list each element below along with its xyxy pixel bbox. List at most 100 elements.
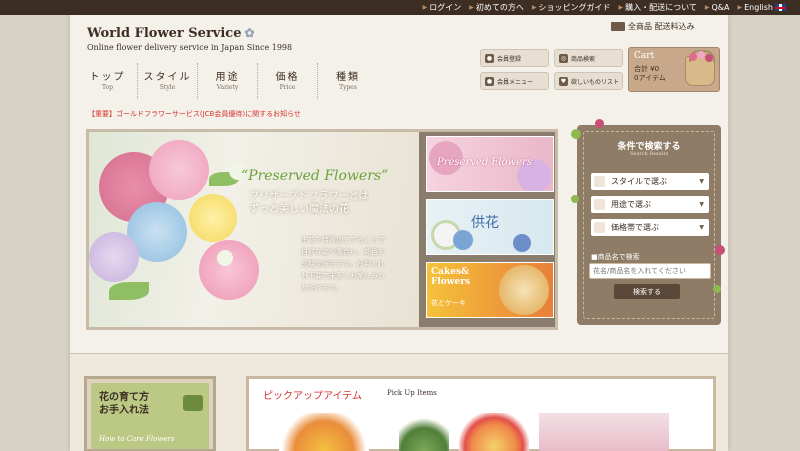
price-select[interactable]: 価格帯で選ぶ ▼ bbox=[591, 219, 709, 236]
heart-icon: ♥ bbox=[559, 76, 568, 86]
banner-label: 供花 bbox=[471, 215, 499, 231]
banner-label-line: Flowers bbox=[431, 277, 471, 287]
top-utility-bar: ▶ ログイン ▶ 初めての方へ ▶ ショッピングガイド ▶ 購入・配送について ▶ Q&A… bbox=[0, 0, 800, 15]
cart-total: 合計 ¥0 bbox=[634, 65, 660, 73]
chevron-down-icon: ▼ bbox=[699, 178, 704, 185]
truck-icon bbox=[611, 22, 625, 31]
preserved-flowers-main-banner[interactable]: “Preserved Flowers” プリザーブドフラワーとは ずっと美しい魔… bbox=[89, 132, 419, 327]
vine-decoration bbox=[571, 195, 579, 203]
bud-image bbox=[217, 250, 233, 266]
style-icon bbox=[594, 176, 605, 187]
cakes-flowers-banner[interactable]: Cakes& Flowers 花とケーキ bbox=[426, 262, 554, 318]
important-notice-link[interactable]: 【重要】ゴールドフラワーサービス(JCB会員優待)に関するお知らせ bbox=[88, 109, 301, 119]
pickup-title: ピックアップアイテム bbox=[263, 391, 362, 402]
banner-sublabel: 花とケーキ bbox=[431, 299, 466, 307]
arrow-icon: ▶ bbox=[618, 4, 624, 11]
hero-desc-line: も不要で末永くお楽しみい bbox=[301, 272, 385, 280]
hero-description: 生花を特殊加工することで 自然な姿や風合い、花色を 長期間保ちます。お手入れ も… bbox=[301, 234, 385, 294]
hero-desc-line: 生花を特殊加工することで bbox=[301, 236, 385, 244]
member-menu-button[interactable]: ● 会員メニュー bbox=[480, 72, 549, 90]
nav-style[interactable]: スタイル Style bbox=[138, 63, 198, 99]
banner-label: Preserved Flowers bbox=[437, 157, 532, 168]
nav-variety-jp: 用途 bbox=[215, 72, 240, 83]
member-menu-label: 会員メニュー bbox=[497, 78, 534, 86]
pickup-item-image[interactable] bbox=[279, 413, 369, 451]
nav-top[interactable]: トップ Top bbox=[78, 63, 138, 99]
hero-desc-line: ただけます。 bbox=[301, 284, 343, 292]
vine-decoration bbox=[715, 245, 725, 255]
nav-variety[interactable]: 用途 Variety bbox=[198, 63, 258, 99]
search-button[interactable]: 検索する bbox=[614, 284, 680, 299]
site-header: World Flower Service ✿ Online flower deli… bbox=[70, 15, 728, 100]
price-icon bbox=[594, 222, 605, 233]
purchase-delivery-link[interactable]: ▶ 購入・配送について bbox=[618, 2, 696, 13]
style-select[interactable]: スタイルで選ぶ ▼ bbox=[591, 173, 709, 190]
logo-title: World Flower Service bbox=[87, 26, 242, 41]
leaf-shape bbox=[109, 282, 149, 300]
flower-icon bbox=[705, 54, 713, 62]
product-search-label: 商品検索 bbox=[571, 55, 596, 63]
shopping-guide-link[interactable]: ▶ ショッピングガイド bbox=[532, 2, 611, 13]
variety-select[interactable]: 用途で選ぶ ▼ bbox=[591, 196, 709, 213]
first-time-label: 初めての方へ bbox=[475, 3, 524, 12]
product-name-input[interactable] bbox=[589, 263, 711, 279]
lilac-rose-image bbox=[89, 232, 139, 282]
star-icon: ✿ bbox=[244, 26, 255, 40]
carnation-image bbox=[199, 240, 259, 300]
hero-banner: “Preserved Flowers” プリザーブドフラワーとは ずっと美しい魔… bbox=[86, 129, 558, 330]
site-logo[interactable]: World Flower Service ✿ bbox=[87, 26, 255, 41]
pickup-item-image[interactable] bbox=[459, 413, 529, 451]
person-icon: ● bbox=[485, 53, 494, 63]
first-time-link[interactable]: ▶ 初めての方へ bbox=[469, 2, 524, 13]
hero-title: “Preserved Flowers” bbox=[241, 168, 389, 184]
nav-price-jp: 価格 bbox=[275, 72, 300, 83]
basket-icon bbox=[685, 50, 715, 86]
care-subtitle: How to Care Flowers bbox=[99, 435, 175, 443]
nav-top-en: Top bbox=[102, 84, 113, 91]
english-link[interactable]: ▶ English bbox=[737, 3, 786, 12]
flower-image bbox=[453, 230, 473, 250]
nav-variety-en: Variety bbox=[216, 84, 239, 91]
funeral-flowers-banner[interactable]: 供花 bbox=[426, 199, 554, 255]
preserved-flowers-banner[interactable]: Preserved Flowers bbox=[426, 136, 554, 192]
pickup-item-image[interactable] bbox=[539, 413, 669, 451]
care-title-line: お手入れ法 bbox=[99, 405, 149, 416]
cart-summary: 合計 ¥0 0アイテム bbox=[634, 65, 666, 83]
pickup-items-section: ピックアップアイテム Pick Up Items bbox=[246, 376, 716, 451]
nav-style-en: Style bbox=[159, 84, 176, 91]
pickup-item-image[interactable] bbox=[399, 413, 449, 451]
flower-care-banner[interactable]: 花の育て方 お手入れ法 How to Care Flowers bbox=[84, 376, 216, 451]
hero-desc-line: 自然な姿や風合い、花色を bbox=[301, 248, 385, 256]
price-select-value: 価格帯で選ぶ bbox=[611, 223, 659, 232]
chevron-down-icon: ▼ bbox=[699, 224, 704, 231]
hero-lead-line: プリザーブドフラワーとは bbox=[249, 191, 369, 202]
cart-items: 0アイテム bbox=[634, 74, 666, 82]
variety-select-value: 用途で選ぶ bbox=[611, 200, 651, 209]
arrow-icon: ▶ bbox=[531, 4, 537, 11]
qa-link[interactable]: ▶ Q&A bbox=[705, 3, 730, 12]
nav-types[interactable]: 種類 Types bbox=[318, 63, 378, 99]
nav-style-jp: スタイル bbox=[143, 72, 192, 83]
flower-icon bbox=[697, 51, 705, 59]
product-search-button[interactable]: ◎ 商品検索 bbox=[554, 49, 623, 67]
yellow-rose-image bbox=[189, 194, 237, 242]
care-title: 花の育て方 お手入れ法 bbox=[99, 391, 149, 417]
hero-lead: プリザーブドフラワーとは ずっと美しい魔法の花 bbox=[249, 190, 368, 216]
variety-icon bbox=[594, 199, 605, 210]
vine-decoration bbox=[571, 129, 581, 139]
care-title-line: 花の育て方 bbox=[99, 392, 149, 403]
login-link[interactable]: ▶ ログイン bbox=[423, 2, 462, 13]
vine-decoration bbox=[713, 285, 721, 293]
arrow-icon: ▶ bbox=[704, 4, 710, 11]
nav-price[interactable]: 価格 Price bbox=[258, 63, 318, 99]
nav-types-en: Types bbox=[339, 84, 357, 91]
banner-label-line: Cakes& bbox=[431, 267, 470, 277]
wishlist-button[interactable]: ♥ 欲しいものリスト bbox=[554, 72, 623, 90]
register-button[interactable]: ● 会員登録 bbox=[480, 49, 549, 67]
chevron-down-icon: ▼ bbox=[699, 201, 704, 208]
arrow-icon: ▶ bbox=[469, 4, 474, 11]
watering-can-icon bbox=[183, 395, 203, 411]
cart-widget[interactable]: Cart 合計 ¥0 0アイテム bbox=[628, 47, 720, 92]
search-icon: ◎ bbox=[559, 53, 568, 63]
lower-section: 花の育て方 お手入れ法 How to Care Flowers ピックアップアイ… bbox=[70, 353, 728, 451]
